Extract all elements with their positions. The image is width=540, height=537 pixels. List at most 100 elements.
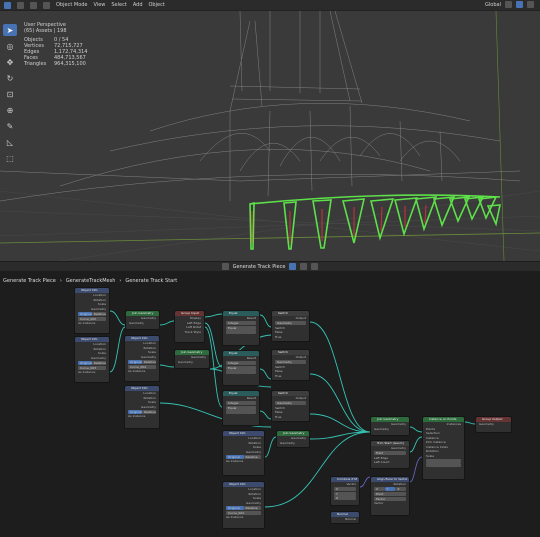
menu-add[interactable]: Add (133, 2, 143, 8)
select-box-icon[interactable] (17, 1, 24, 9)
x-field[interactable]: X (334, 487, 356, 491)
editor-type-icon[interactable] (4, 1, 11, 9)
node-equal[interactable]: Equal Result Integer Equal (222, 350, 260, 386)
node-object-info[interactable]: Object Info Location Rotation Scale Geom… (74, 336, 110, 383)
relative-toggle[interactable]: Relative (91, 360, 106, 365)
factor-field[interactable]: Factor (374, 496, 406, 501)
node-group-output[interactable]: Group Output Geometry (475, 416, 512, 433)
scale-icon[interactable]: ⊡ (3, 88, 17, 100)
original-toggle[interactable]: Original (128, 359, 142, 364)
node-canvas[interactable]: Object Info Location Rotation Scale Geom… (0, 287, 540, 537)
type-dropdown[interactable]: Geometry (275, 360, 306, 364)
type-dropdown[interactable]: Geometry (275, 401, 306, 405)
menu-select[interactable]: Select (111, 2, 126, 8)
proportional-icon[interactable] (527, 1, 534, 8)
scale-y-field[interactable] (426, 463, 461, 467)
node-object-info[interactable]: Object Info Location Rotation Scale Geom… (124, 335, 160, 382)
breadcrumb-item[interactable]: Generate Track Start (125, 278, 177, 284)
3d-viewport[interactable]: Object Mode View Select Add Object Globa… (0, 0, 540, 261)
orientation-dropdown[interactable]: Global (485, 2, 501, 8)
as-instance-checkbox[interactable]: As Instance (75, 321, 109, 326)
node-group-input[interactable]: Group Input Display Left Edge Left Rotat… (174, 310, 205, 343)
type-dropdown[interactable]: Integer (226, 401, 256, 405)
node-join-geometry[interactable]: Join Geometry Geometry Geometry (370, 416, 410, 436)
axis-z-toggle[interactable]: Z (395, 487, 407, 491)
mode-dropdown[interactable]: Field (374, 451, 406, 455)
node-join-geometry[interactable]: Join Geometry Geometry Geometry (125, 310, 160, 330)
mode-dropdown[interactable]: Object Mode (56, 2, 88, 8)
pivot-dropdown[interactable]: Pivot (374, 492, 406, 496)
type-dropdown[interactable]: Geometry (275, 321, 306, 325)
relative-toggle[interactable]: Relative (243, 505, 261, 510)
select-subtract-icon[interactable] (43, 1, 50, 9)
node-object-info[interactable]: Object Info Location Rotation Scale Geom… (222, 481, 265, 529)
node-equal[interactable]: Equal Result Integer Equal (222, 390, 260, 426)
node-join-geometry[interactable]: Join Geometry Geometry Geometry (174, 349, 210, 369)
relative-toggle[interactable]: Relative (141, 409, 156, 414)
type-dropdown[interactable]: Integer (226, 361, 256, 365)
select-icon[interactable]: ➤ (3, 24, 17, 36)
original-toggle[interactable]: Original (128, 409, 142, 414)
close-icon[interactable] (311, 263, 319, 270)
breadcrumb-item[interactable]: Generate Track Piece (3, 278, 56, 284)
node-switch[interactable]: Switch Output Geometry Switch False True (271, 390, 310, 422)
node-equal[interactable]: Equal Result Integer Equal (222, 310, 260, 346)
object-field[interactable]: Curve_004 (226, 510, 261, 515)
node-normal[interactable]: Normal Normal (330, 511, 360, 524)
axis-x-toggle[interactable]: X (374, 487, 385, 491)
relative-toggle[interactable]: Relative (243, 454, 261, 459)
snap-icon[interactable] (516, 1, 523, 8)
axis-y-toggle[interactable]: Y (384, 487, 396, 491)
node-switch[interactable]: Switch Output Geometry Switch False True (271, 349, 310, 381)
pivot-icon[interactable] (505, 1, 512, 8)
object-field[interactable]: Curve_002 (78, 316, 106, 321)
breadcrumb-item[interactable]: GenerateTrackMesh (66, 278, 116, 284)
original-toggle[interactable]: Original (78, 311, 92, 316)
value-field[interactable] (226, 410, 256, 414)
original-toggle[interactable]: Original (226, 505, 244, 510)
as-instance-checkbox[interactable]: As Instance (75, 370, 109, 375)
measure-icon[interactable]: ◺ (3, 136, 17, 148)
original-toggle[interactable]: Original (226, 454, 244, 459)
value-field[interactable] (226, 330, 256, 334)
add-cube-icon[interactable]: ⬚ (3, 152, 17, 164)
relative-toggle[interactable]: Relative (141, 359, 156, 364)
node-switch[interactable]: Switch Output Geometry Switch False True (271, 310, 310, 342)
node-combine-xyz[interactable]: Combine XYZ Vector X Y Z (330, 476, 360, 506)
z-field[interactable]: Z (334, 496, 356, 500)
node-join-geometry[interactable]: Join Geometry Geometry Geometry (276, 430, 310, 448)
y-field[interactable]: Y (334, 491, 356, 496)
type-dropdown[interactable]: Integer (226, 321, 256, 325)
original-toggle[interactable]: Original (78, 360, 92, 365)
fake-user-icon[interactable] (289, 263, 297, 270)
menu-view[interactable]: View (94, 2, 106, 8)
operation-dropdown[interactable]: Equal (226, 365, 256, 370)
node-tree-icon[interactable] (221, 263, 229, 270)
relative-toggle[interactable]: Relative (91, 311, 106, 316)
object-field[interactable]: Curve_004 (128, 364, 156, 369)
annotate-icon[interactable]: ✎ (3, 120, 17, 132)
object-field[interactable]: Curve_003 (78, 365, 106, 370)
as-instance-checkbox[interactable]: As Instance (125, 369, 159, 374)
as-instance-checkbox[interactable]: As Instance (223, 515, 264, 520)
scale-x-field[interactable] (426, 458, 461, 463)
node-align-euler[interactable]: Align Euler to Vector Rotation X Y Z Piv… (370, 476, 410, 516)
node-object-info[interactable]: Object Info Location Rotation Scale Geom… (222, 430, 265, 476)
as-instance-checkbox[interactable]: As Instance (223, 459, 264, 464)
value-field[interactable] (226, 370, 256, 374)
node-trim[interactable]: Trim Start (Geom) Geometry Field Left Ed… (370, 440, 410, 469)
select-extend-icon[interactable] (30, 1, 37, 9)
node-object-info[interactable]: Object Info Location Rotation Scale Geom… (124, 385, 160, 429)
node-tree-name[interactable]: Generate Track Piece (233, 264, 286, 270)
node-instance-on-points[interactable]: Instance on Points Instances Points Sele… (422, 416, 465, 480)
transform-icon[interactable]: ⊕ (3, 104, 17, 116)
as-instance-checkbox[interactable]: As Instance (125, 414, 159, 419)
menu-object[interactable]: Object (149, 2, 165, 8)
operation-dropdown[interactable]: Equal (226, 325, 256, 330)
node-object-info[interactable]: Object Info Location Rotation Scale Geom… (74, 287, 110, 334)
operation-dropdown[interactable]: Equal (226, 405, 256, 410)
cursor-icon[interactable]: ◎ (3, 40, 17, 52)
move-icon[interactable]: ✥ (3, 56, 17, 68)
rotate-icon[interactable]: ↻ (3, 72, 17, 84)
duplicate-icon[interactable] (300, 263, 308, 270)
